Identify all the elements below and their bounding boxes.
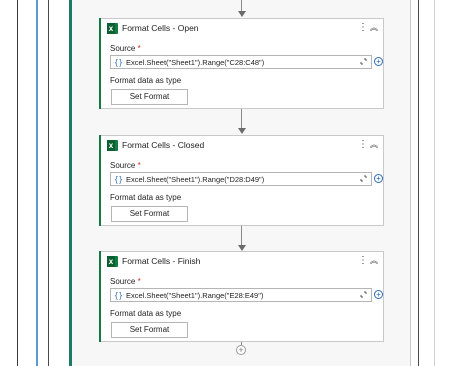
expand-editor-icon[interactable] xyxy=(360,58,367,65)
sequence-border-inner xyxy=(48,0,49,366)
source-label: Source * xyxy=(110,43,141,54)
collapse-icon[interactable]: ︽ xyxy=(369,254,379,268)
card-header[interactable]: x Format Cells - Open ⋮ ︽ xyxy=(100,19,383,37)
source-label-text: Source xyxy=(110,161,136,170)
source-label-text: Source xyxy=(110,44,136,53)
connector-2-3 xyxy=(241,226,242,246)
card-title: Format Cells - Open xyxy=(122,23,199,33)
connector-arrow-1-2 xyxy=(238,128,246,134)
set-format-button[interactable]: Set Format xyxy=(111,206,188,222)
plus-circle-icon[interactable]: + xyxy=(374,174,383,183)
more-options-icon[interactable]: ⋮ xyxy=(358,254,368,268)
source-label: Source * xyxy=(110,276,141,287)
source-value: Excel.Sheet("Sheet1").Range("E28:E49") xyxy=(126,291,264,300)
connector-1-2 xyxy=(241,109,242,129)
card-title: Format Cells - Closed xyxy=(122,140,205,150)
activity-card-format-cells-open[interactable]: x Format Cells - Open ⋮ ︽ Source * {} Ex… xyxy=(99,18,384,109)
source-input[interactable]: {} Excel.Sheet("Sheet1").Range("C28:C48"… xyxy=(110,55,372,69)
card-header[interactable]: x Format Cells - Finish ⋮ ︽ xyxy=(100,252,383,270)
required-mark: * xyxy=(137,161,141,170)
sequence-border-blue xyxy=(36,0,38,366)
required-mark: * xyxy=(137,277,141,286)
expression-braces-icon[interactable]: {} xyxy=(114,174,123,185)
required-mark: * xyxy=(137,44,141,53)
card-header[interactable]: x Format Cells - Closed ⋮ ︽ xyxy=(100,136,383,154)
format-type-label: Format data as type xyxy=(110,193,182,202)
outer-border-right-faint xyxy=(434,0,435,366)
set-format-button[interactable]: Set Format xyxy=(111,89,188,105)
source-label: Source * xyxy=(110,160,141,171)
add-activity-icon[interactable]: + xyxy=(236,345,246,355)
plus-circle-icon[interactable]: + xyxy=(374,57,383,66)
outer-border-right xyxy=(418,0,419,366)
set-format-button[interactable]: Set Format xyxy=(111,322,188,338)
expression-braces-icon[interactable]: {} xyxy=(114,57,123,68)
collapse-icon[interactable]: ︽ xyxy=(369,138,379,152)
excel-icon: x xyxy=(107,23,118,34)
source-input[interactable]: {} Excel.Sheet("Sheet1").Range("D28:D49"… xyxy=(110,172,372,186)
collapse-icon[interactable]: ︽ xyxy=(369,21,379,35)
format-type-label: Format data as type xyxy=(110,309,182,318)
excel-icon: x xyxy=(107,140,118,151)
outer-border-left xyxy=(17,0,18,366)
card-title: Format Cells - Finish xyxy=(122,256,201,266)
more-options-icon[interactable]: ⋮ xyxy=(358,21,368,35)
connector-arrow-top xyxy=(238,11,246,17)
format-type-label: Format data as type xyxy=(110,76,182,85)
activity-card-format-cells-closed[interactable]: x Format Cells - Closed ⋮ ︽ Source * {} … xyxy=(99,135,384,226)
excel-icon: x xyxy=(107,256,118,267)
more-options-icon[interactable]: ⋮ xyxy=(358,138,368,152)
expand-editor-icon[interactable] xyxy=(360,291,367,298)
expression-braces-icon[interactable]: {} xyxy=(114,290,123,301)
activity-card-format-cells-finish[interactable]: x Format Cells - Finish ⋮ ︽ Source * {} … xyxy=(99,251,384,342)
source-input[interactable]: {} Excel.Sheet("Sheet1").Range("E28:E49"… xyxy=(110,288,372,302)
plus-circle-icon[interactable]: + xyxy=(374,290,383,299)
source-label-text: Source xyxy=(110,277,136,286)
expand-editor-icon[interactable] xyxy=(360,175,367,182)
source-value: Excel.Sheet("Sheet1").Range("D28:D49") xyxy=(126,175,265,184)
source-value: Excel.Sheet("Sheet1").Range("C28:C48") xyxy=(126,58,265,67)
